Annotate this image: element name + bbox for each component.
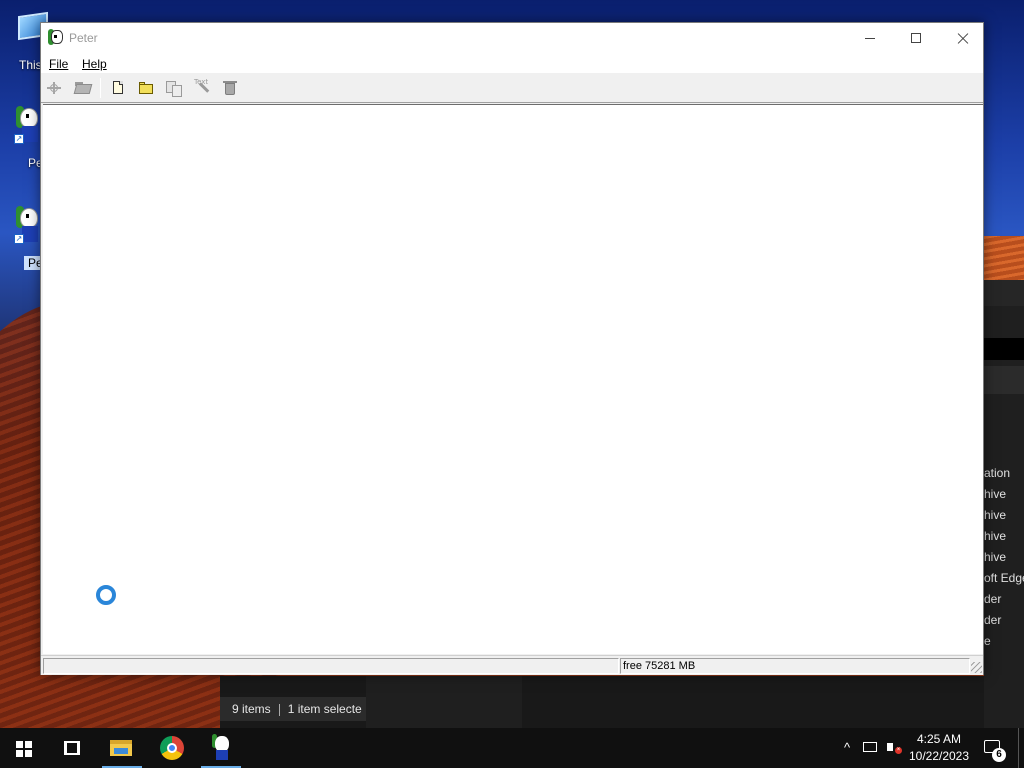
taskbar-file-explorer[interactable]	[98, 728, 146, 768]
peter-shortcut-icon: ↗	[14, 106, 42, 146]
peter-window: Peter File Help Text	[40, 22, 984, 675]
peter-rabbit-icon	[48, 29, 66, 47]
list-item[interactable]: der	[984, 592, 1024, 606]
status-bar: free 75281 MB	[41, 655, 983, 675]
list-item[interactable]: hive	[984, 550, 1024, 564]
new-folder-button[interactable]	[136, 79, 156, 97]
volume-muted-icon	[887, 743, 893, 751]
desktop-icon-label: This	[19, 58, 42, 72]
clock-date: 10/22/2023	[908, 749, 970, 763]
selected-count: 1 item selecte	[287, 702, 362, 716]
background-explorer-status: 9 items 1 item selecte	[220, 697, 366, 721]
notification-count: 6	[992, 748, 1006, 762]
move-button[interactable]	[44, 79, 64, 97]
background-explorer-list: ation hive hive hive hive oft Edge der d…	[984, 280, 1024, 728]
peter-icon	[209, 734, 233, 762]
task-view-icon	[64, 741, 80, 755]
notifications-button[interactable]: 6	[978, 728, 1008, 768]
file-view-area[interactable]	[43, 104, 983, 654]
close-button[interactable]	[939, 23, 985, 53]
list-item[interactable]: hive	[984, 487, 1024, 501]
chevron-up-icon: ^	[843, 740, 851, 755]
taskbar: ^ × 4:25 AM 10/22/2023 6	[0, 728, 1024, 768]
show-hidden-icons-button[interactable]: ^	[838, 728, 856, 768]
copy-button[interactable]	[164, 79, 184, 97]
new-file-button[interactable]	[108, 79, 128, 97]
list-item[interactable]: der	[984, 613, 1024, 627]
busy-cursor-icon	[96, 585, 116, 605]
clock-time: 4:25 AM	[916, 732, 962, 746]
list-item[interactable]: oft Edge	[984, 571, 1024, 585]
network-icon	[863, 742, 877, 752]
maximize-button[interactable]	[893, 23, 939, 53]
title-bar[interactable]: Peter	[41, 23, 983, 54]
toolbar: Text	[41, 74, 983, 103]
clock[interactable]: 4:25 AM 10/22/2023	[906, 731, 972, 765]
menu-bar: File Help	[41, 54, 983, 74]
minimize-icon	[865, 38, 875, 39]
free-space-status: free 75281 MB	[620, 658, 970, 674]
task-view-button[interactable]	[48, 728, 96, 768]
menu-help[interactable]: Help	[82, 57, 107, 71]
resize-grip-icon[interactable]	[971, 662, 982, 673]
volume-button[interactable]: ×	[884, 728, 904, 768]
maximize-icon	[911, 33, 921, 43]
taskbar-peter[interactable]	[197, 728, 245, 768]
edit-text-button[interactable]: Text	[192, 78, 212, 97]
start-icon	[16, 741, 32, 757]
minimize-button[interactable]	[847, 23, 893, 53]
item-count: 9 items	[232, 702, 271, 716]
move-icon	[47, 82, 61, 94]
list-item[interactable]: e	[984, 634, 1024, 648]
status-pane-left	[43, 658, 619, 674]
list-item[interactable]: hive	[984, 529, 1024, 543]
background-explorer-pane	[366, 676, 522, 728]
taskbar-chrome[interactable]	[148, 728, 196, 768]
network-button[interactable]	[860, 728, 882, 768]
window-title: Peter	[69, 31, 98, 45]
delete-button[interactable]	[220, 79, 240, 97]
open-button[interactable]	[73, 79, 93, 97]
toolbar-separator	[100, 78, 101, 98]
show-desktop-button[interactable]	[1018, 728, 1019, 768]
peter-shortcut-icon: ↗	[14, 206, 42, 246]
list-item[interactable]: ation	[984, 466, 1024, 480]
menu-file[interactable]: File	[49, 57, 68, 71]
list-item[interactable]: hive	[984, 508, 1024, 522]
start-button[interactable]	[0, 728, 48, 768]
